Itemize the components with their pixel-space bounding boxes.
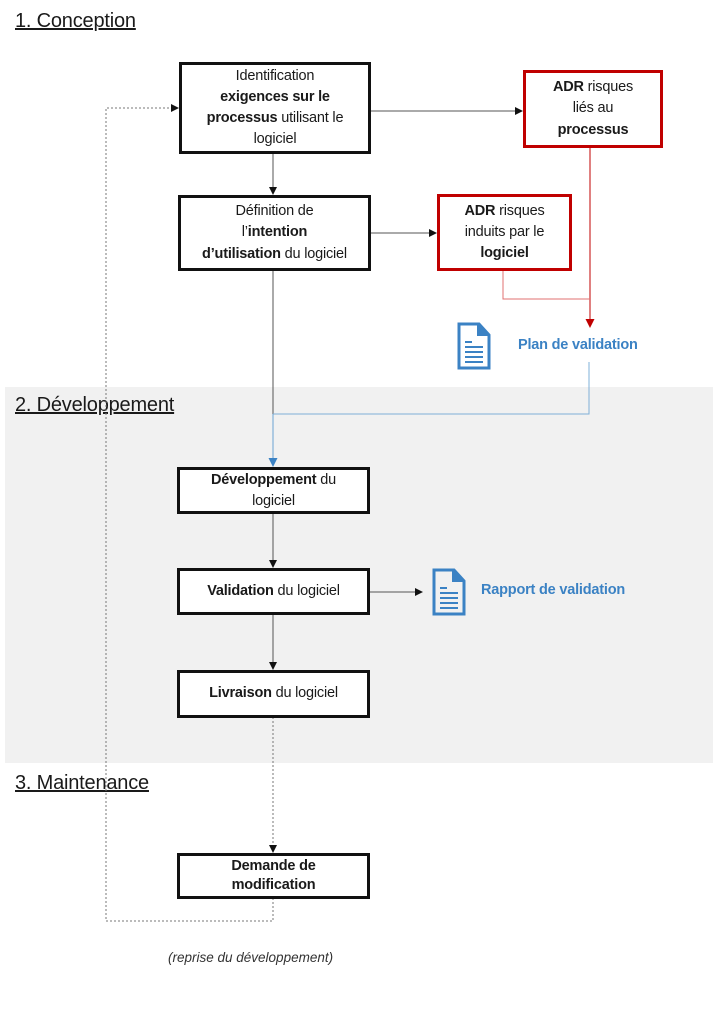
box-text: Définition de (235, 203, 314, 220)
box-text: processus (557, 121, 629, 138)
document-icon (457, 322, 491, 370)
box-text: du logiciel (271, 685, 338, 702)
box-text: ADR (553, 79, 584, 96)
box-text: liés au (572, 100, 614, 117)
plan-de-validation-label: Plan de validation (518, 337, 638, 353)
box-text: logiciel (480, 245, 529, 261)
box-definition-intention: Définition de l’intention d’utilisation … (178, 195, 371, 271)
box-text: induits par le (464, 223, 545, 240)
box-developpement: Développement du logiciel (177, 467, 370, 514)
box-livraison: Livraison du logiciel (177, 670, 370, 718)
box-identification-exigences: Identification exigences sur le processu… (179, 62, 371, 154)
box-text: Identification (235, 67, 315, 84)
line-adr-logiciel-to-plan (502, 270, 590, 300)
box-demande-modification: Demande de modification (177, 853, 370, 899)
box-text: logiciel (253, 131, 297, 148)
box-text: du logiciel (273, 582, 340, 599)
box-text: risques (495, 202, 545, 219)
box-text: modification (231, 877, 316, 893)
box-text: exigences sur le (220, 88, 330, 105)
box-text: d’utilisation (202, 245, 281, 262)
document-icon (432, 568, 466, 616)
box-text: Livraison (209, 685, 272, 702)
box-text: du (316, 472, 336, 489)
reprise-note: (reprise du développement) (168, 950, 334, 965)
box-adr-processus: ADR risques liés au processus (523, 70, 663, 148)
line-plan-to-developpement (273, 362, 590, 415)
box-text: risques (583, 79, 634, 96)
box-text: Demande de (231, 858, 316, 875)
rapport-de-validation-label: Rapport de validation (481, 582, 626, 598)
box-text: ADR (464, 202, 496, 219)
box-text: Développement (211, 472, 317, 489)
box-adr-logiciel: ADR risques induits par le logiciel (437, 194, 572, 271)
box-text: processus (206, 110, 278, 126)
box-validation: Validation du logiciel (177, 568, 370, 615)
box-text: du logiciel (280, 245, 347, 262)
box-text: Validation (207, 582, 274, 599)
box-text: intention (247, 224, 308, 241)
box-text: utilisant le (277, 110, 344, 126)
box-text: logiciel (252, 492, 295, 509)
